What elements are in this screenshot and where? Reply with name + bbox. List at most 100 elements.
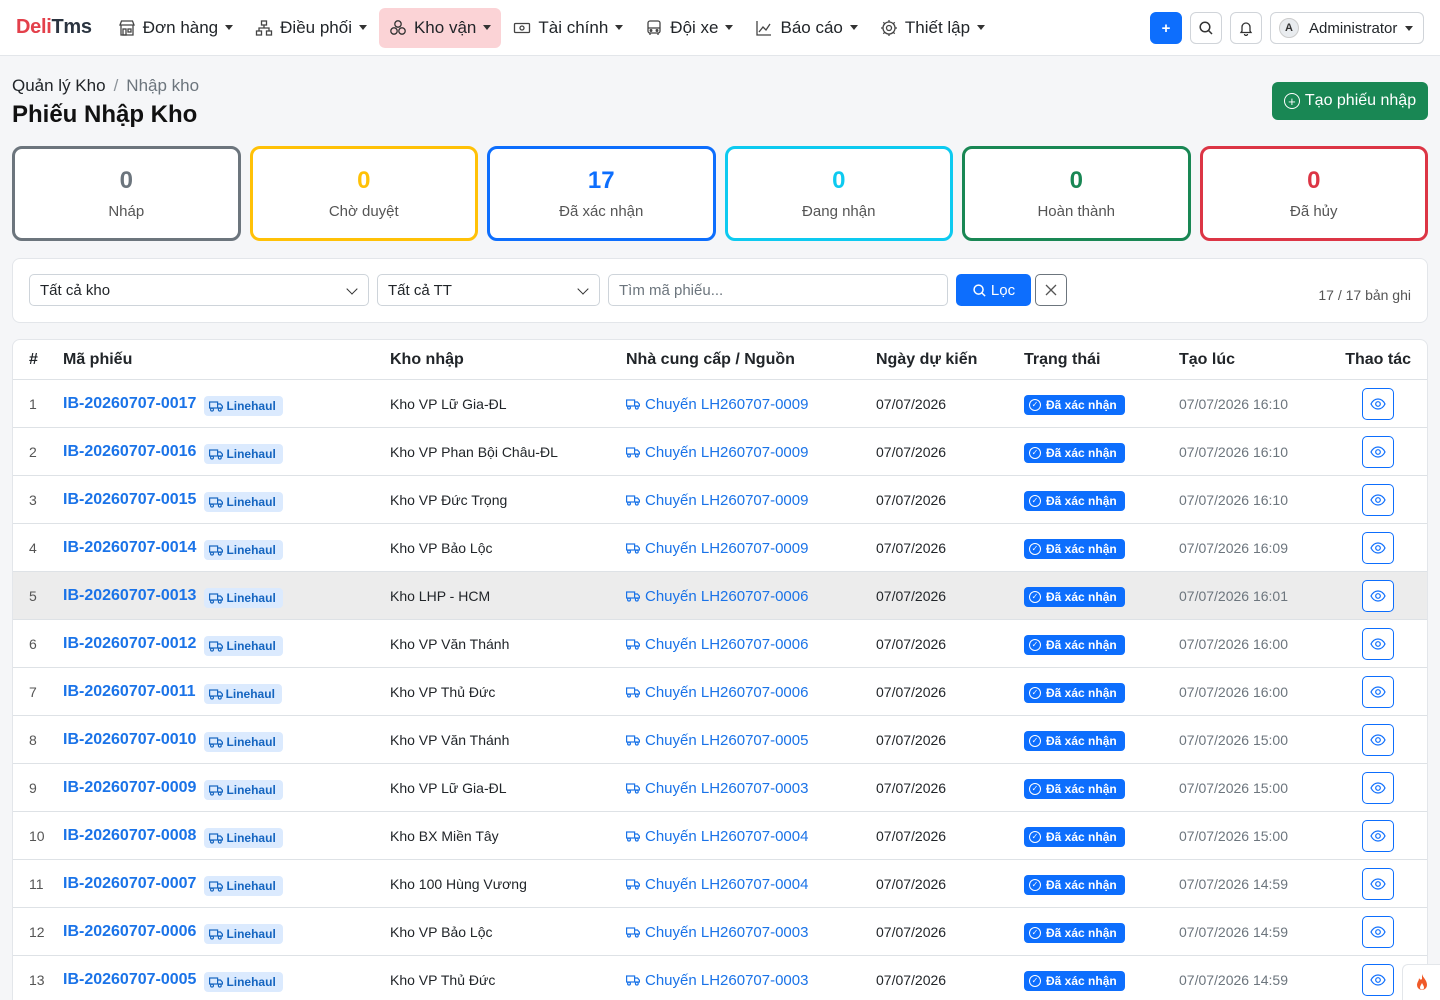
stat-card-draft[interactable]: 0 Nháp <box>12 146 241 241</box>
row-source-link[interactable]: Chuyến LH260707-0004 <box>626 812 808 860</box>
row-source-link[interactable]: Chuyến LH260707-0009 <box>626 476 808 524</box>
row-source-link[interactable]: Chuyến LH260707-0005 <box>626 716 808 764</box>
table-row[interactable]: 11 IB-20260707-0007 Linehaul Kho 100 Hùng V… <box>13 860 1427 908</box>
truck-icon <box>626 686 640 698</box>
table-row[interactable]: 9 IB-20260707-0009 Linehaul Kho VP Lữ Gia-Đ… <box>13 764 1427 812</box>
view-button[interactable] <box>1362 820 1394 852</box>
receipt-code-link[interactable]: IB-20260707-0015 <box>63 491 196 509</box>
receipt-code-link[interactable]: IB-20260707-0017 <box>63 395 196 413</box>
user-menu-button[interactable]: A Administrator <box>1270 12 1424 44</box>
nav-item-orders[interactable]: Đơn hàng <box>108 8 243 48</box>
receipt-code-link[interactable]: IB-20260707-0014 <box>63 539 196 557</box>
table-row[interactable]: 4 IB-20260707-0014 Linehaul Kho VP Bảo Lộc C… <box>13 524 1427 572</box>
nav-item-warehouse[interactable]: Kho vận <box>378 7 502 48</box>
row-source-link[interactable]: Chuyến LH260707-0006 <box>626 620 808 668</box>
stat-card-receiving[interactable]: 0 Đang nhận <box>724 146 953 241</box>
plus-icon: + <box>1161 19 1171 37</box>
receipt-code-link[interactable]: IB-20260707-0010 <box>63 731 196 749</box>
chevron-down-icon <box>577 283 589 295</box>
table-row[interactable]: 13 IB-20260707-0005 Linehaul Kho VP Thủ Đức… <box>13 956 1427 1000</box>
table-row[interactable]: 1 IB-20260707-0017 Linehaul Kho VP Lữ Gia-Đ… <box>13 380 1427 428</box>
row-source-link[interactable]: Chuyến LH260707-0006 <box>626 668 808 716</box>
nav-actions: + A Administrator <box>1142 12 1424 44</box>
view-button[interactable] <box>1362 484 1394 516</box>
status-badge: ✓ Đã xác nhận <box>1024 539 1125 559</box>
table-row[interactable]: 6 IB-20260707-0012 Linehaul Kho VP Văn Thán… <box>13 620 1427 668</box>
breadcrumb-parent[interactable]: Quản lý Kho <box>12 76 106 95</box>
header-code[interactable]: Mã phiếu <box>63 351 132 369</box>
truck-icon <box>209 544 224 556</box>
create-receipt-button[interactable]: + Tạo phiếu nhập <box>1272 82 1428 120</box>
nav-label: Báo cáo <box>780 17 843 37</box>
stat-card-cancelled[interactable]: 0 Đã hủy <box>1199 146 1428 241</box>
row-source-link[interactable]: Chuyến LH260707-0004 <box>626 860 808 908</box>
receipt-code-link[interactable]: IB-20260707-0006 <box>63 923 196 941</box>
nav-item-finance[interactable]: Tài chính <box>503 8 633 48</box>
truck-icon <box>626 878 640 890</box>
row-source-link[interactable]: Chuyến LH260707-0009 <box>626 524 808 572</box>
filter-button[interactable]: Lọc <box>956 274 1031 306</box>
nav-item-fleet[interactable]: Đội xe <box>635 8 743 48</box>
stat-card-completed[interactable]: 0 Hoàn thành <box>962 146 1191 241</box>
receipt-code-link[interactable]: IB-20260707-0011 <box>63 683 196 701</box>
view-button[interactable] <box>1362 772 1394 804</box>
header-date[interactable]: Ngày dự kiến <box>876 351 977 369</box>
view-button[interactable] <box>1362 964 1394 996</box>
stat-card-confirmed[interactable]: 17 Đã xác nhận <box>487 146 716 241</box>
type-badge: Linehaul <box>204 972 283 992</box>
quick-add-button[interactable]: + <box>1150 12 1182 44</box>
truck-icon <box>626 974 640 986</box>
row-source-link[interactable]: Chuyến LH260707-0003 <box>626 956 808 1000</box>
view-button[interactable] <box>1362 532 1394 564</box>
header-source[interactable]: Nhà cung cấp / Nguồn <box>626 351 795 369</box>
table-row[interactable]: 5 IB-20260707-0013 Linehaul Kho LHP - HCM Ch… <box>13 572 1427 620</box>
view-button[interactable] <box>1362 628 1394 660</box>
view-button[interactable] <box>1362 388 1394 420</box>
table-row[interactable]: 8 IB-20260707-0010 Linehaul Kho VP Văn Thán… <box>13 716 1427 764</box>
status-badge: ✓ Đã xác nhận <box>1024 971 1125 991</box>
view-button[interactable] <box>1362 580 1394 612</box>
search-input[interactable] <box>608 274 948 306</box>
receipt-code-link[interactable]: IB-20260707-0016 <box>63 443 196 461</box>
table-row[interactable]: 3 IB-20260707-0015 Linehaul Kho VP Đức Trọn… <box>13 476 1427 524</box>
receipt-code-link[interactable]: IB-20260707-0008 <box>63 827 196 845</box>
row-source-link[interactable]: Chuyến LH260707-0009 <box>626 380 808 428</box>
status-select[interactable]: Tất cả TT <box>377 274 600 306</box>
row-source-link[interactable]: Chuyến LH260707-0003 <box>626 764 808 812</box>
view-button[interactable] <box>1362 676 1394 708</box>
header-status[interactable]: Trạng thái <box>1024 351 1100 369</box>
table-row[interactable]: 12 IB-20260707-0006 Linehaul Kho VP Bảo Lộc… <box>13 908 1427 956</box>
row-code-cell: IB-20260707-0012 Linehaul <box>63 620 283 668</box>
receipt-code-link[interactable]: IB-20260707-0013 <box>63 587 196 605</box>
table-row[interactable]: 2 IB-20260707-0016 Linehaul Kho VP Phan Bội… <box>13 428 1427 476</box>
chevron-down-icon <box>225 25 234 30</box>
view-button[interactable] <box>1362 916 1394 948</box>
nav-item-reports[interactable]: Báo cáo <box>745 8 867 48</box>
table-row[interactable]: 10 IB-20260707-0008 Linehaul Kho BX Miền Tâ… <box>13 812 1427 860</box>
nav-item-dispatch[interactable]: Điều phối <box>245 8 377 48</box>
header-warehouse[interactable]: Kho nhập <box>390 351 464 369</box>
row-source-link[interactable]: Chuyến LH260707-0009 <box>626 428 808 476</box>
receipt-code-link[interactable]: IB-20260707-0009 <box>63 779 196 797</box>
row-source-link[interactable]: Chuyến LH260707-0006 <box>626 572 808 620</box>
header-created[interactable]: Tạo lúc <box>1179 351 1235 369</box>
view-button[interactable] <box>1362 868 1394 900</box>
table-row[interactable]: 7 IB-20260707-0011 Linehaul Kho VP Thủ Đức C… <box>13 668 1427 716</box>
clear-filter-button[interactable] <box>1035 274 1067 306</box>
stat-card-pending[interactable]: 0 Chờ duyệt <box>249 146 478 241</box>
receipt-code-link[interactable]: IB-20260707-0012 <box>63 635 196 653</box>
row-status-cell: ✓ Đã xác nhận <box>1024 668 1125 716</box>
fire-widget[interactable] <box>1402 964 1440 1000</box>
receipt-code-link[interactable]: IB-20260707-0005 <box>63 971 196 989</box>
receipt-code-link[interactable]: IB-20260707-0007 <box>63 875 196 893</box>
warehouse-select[interactable]: Tất cả kho <box>29 274 369 306</box>
brand-logo[interactable]: DeliTms <box>16 16 92 39</box>
truck-icon <box>626 398 640 410</box>
notifications-button[interactable] <box>1230 12 1262 44</box>
view-button[interactable] <box>1362 436 1394 468</box>
search-button[interactable] <box>1190 12 1222 44</box>
nav-item-settings[interactable]: Thiết lập <box>870 8 995 48</box>
view-button[interactable] <box>1362 724 1394 756</box>
row-source-link[interactable]: Chuyến LH260707-0003 <box>626 908 808 956</box>
row-index: 1 <box>29 396 37 412</box>
